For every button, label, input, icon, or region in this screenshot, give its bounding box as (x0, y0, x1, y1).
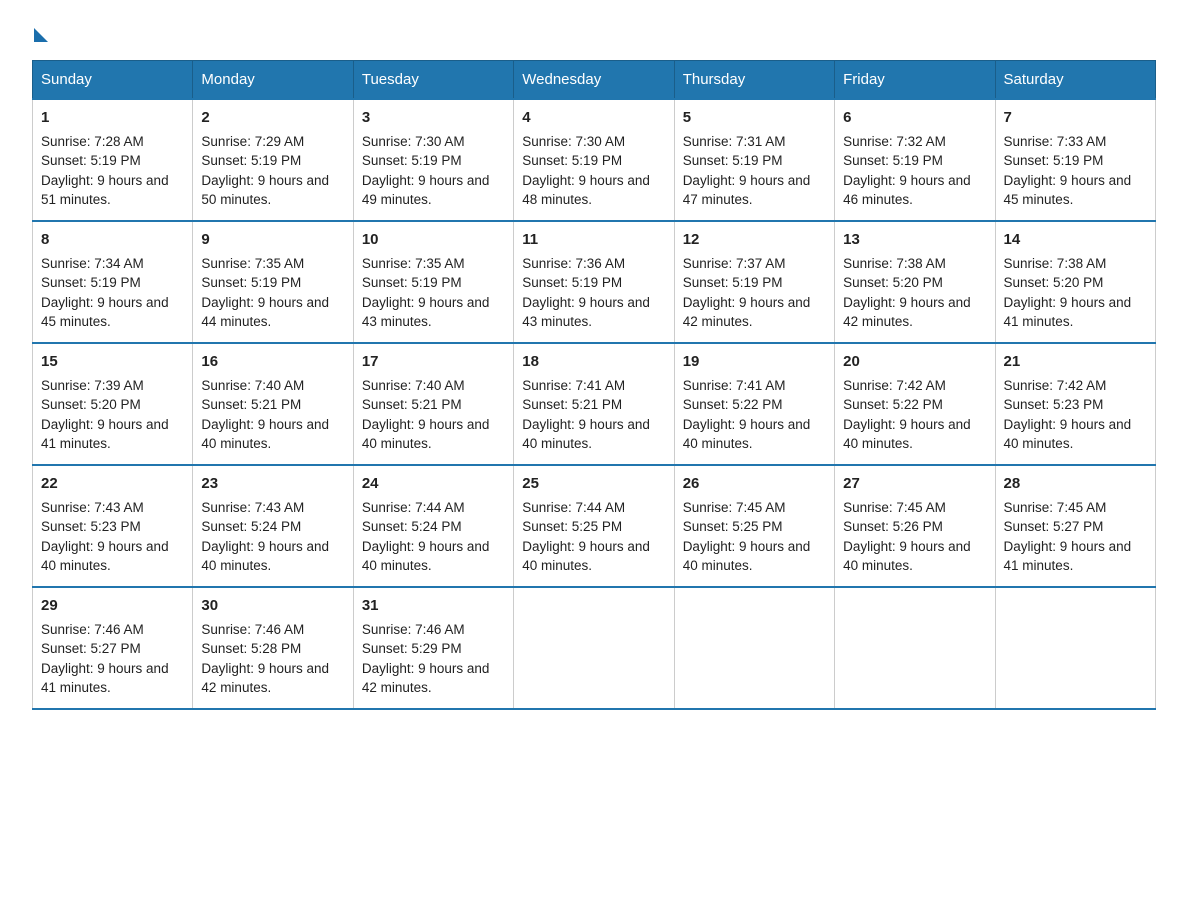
calendar-cell: 25Sunrise: 7:44 AMSunset: 5:25 PMDayligh… (514, 465, 674, 587)
day-number: 16 (201, 351, 344, 373)
weekday-header-monday: Monday (193, 61, 353, 100)
weekday-header-friday: Friday (835, 61, 995, 100)
calendar-cell: 1Sunrise: 7:28 AMSunset: 5:19 PMDaylight… (33, 99, 193, 221)
day-number: 20 (843, 351, 986, 373)
calendar-week-row: 1Sunrise: 7:28 AMSunset: 5:19 PMDaylight… (33, 99, 1156, 221)
calendar-cell (835, 587, 995, 709)
calendar-table: SundayMondayTuesdayWednesdayThursdayFrid… (32, 60, 1156, 710)
calendar-cell: 23Sunrise: 7:43 AMSunset: 5:24 PMDayligh… (193, 465, 353, 587)
day-number: 24 (362, 473, 505, 495)
day-number: 17 (362, 351, 505, 373)
calendar-cell: 31Sunrise: 7:46 AMSunset: 5:29 PMDayligh… (353, 587, 513, 709)
calendar-cell: 26Sunrise: 7:45 AMSunset: 5:25 PMDayligh… (674, 465, 834, 587)
day-number: 29 (41, 595, 184, 617)
day-number: 1 (41, 107, 184, 129)
calendar-cell: 9Sunrise: 7:35 AMSunset: 5:19 PMDaylight… (193, 221, 353, 343)
weekday-header-tuesday: Tuesday (353, 61, 513, 100)
calendar-cell: 29Sunrise: 7:46 AMSunset: 5:27 PMDayligh… (33, 587, 193, 709)
calendar-cell: 10Sunrise: 7:35 AMSunset: 5:19 PMDayligh… (353, 221, 513, 343)
day-number: 2 (201, 107, 344, 129)
logo (32, 24, 48, 42)
calendar-cell: 24Sunrise: 7:44 AMSunset: 5:24 PMDayligh… (353, 465, 513, 587)
calendar-cell: 5Sunrise: 7:31 AMSunset: 5:19 PMDaylight… (674, 99, 834, 221)
weekday-header-wednesday: Wednesday (514, 61, 674, 100)
day-number: 3 (362, 107, 505, 129)
calendar-week-row: 8Sunrise: 7:34 AMSunset: 5:19 PMDaylight… (33, 221, 1156, 343)
calendar-cell: 6Sunrise: 7:32 AMSunset: 5:19 PMDaylight… (835, 99, 995, 221)
calendar-cell: 4Sunrise: 7:30 AMSunset: 5:19 PMDaylight… (514, 99, 674, 221)
day-number: 26 (683, 473, 826, 495)
day-number: 25 (522, 473, 665, 495)
day-number: 10 (362, 229, 505, 251)
day-number: 13 (843, 229, 986, 251)
day-number: 9 (201, 229, 344, 251)
calendar-week-row: 22Sunrise: 7:43 AMSunset: 5:23 PMDayligh… (33, 465, 1156, 587)
calendar-cell: 15Sunrise: 7:39 AMSunset: 5:20 PMDayligh… (33, 343, 193, 465)
day-number: 5 (683, 107, 826, 129)
day-number: 27 (843, 473, 986, 495)
weekday-header-thursday: Thursday (674, 61, 834, 100)
day-number: 6 (843, 107, 986, 129)
day-number: 30 (201, 595, 344, 617)
calendar-cell: 19Sunrise: 7:41 AMSunset: 5:22 PMDayligh… (674, 343, 834, 465)
page-header (32, 24, 1156, 42)
calendar-cell: 20Sunrise: 7:42 AMSunset: 5:22 PMDayligh… (835, 343, 995, 465)
calendar-week-row: 15Sunrise: 7:39 AMSunset: 5:20 PMDayligh… (33, 343, 1156, 465)
day-number: 12 (683, 229, 826, 251)
calendar-cell: 8Sunrise: 7:34 AMSunset: 5:19 PMDaylight… (33, 221, 193, 343)
day-number: 28 (1004, 473, 1147, 495)
calendar-cell: 28Sunrise: 7:45 AMSunset: 5:27 PMDayligh… (995, 465, 1155, 587)
calendar-cell (674, 587, 834, 709)
day-number: 31 (362, 595, 505, 617)
calendar-cell: 16Sunrise: 7:40 AMSunset: 5:21 PMDayligh… (193, 343, 353, 465)
day-number: 4 (522, 107, 665, 129)
calendar-cell: 12Sunrise: 7:37 AMSunset: 5:19 PMDayligh… (674, 221, 834, 343)
day-number: 7 (1004, 107, 1147, 129)
calendar-cell (514, 587, 674, 709)
day-number: 14 (1004, 229, 1147, 251)
day-number: 22 (41, 473, 184, 495)
day-number: 8 (41, 229, 184, 251)
calendar-cell: 7Sunrise: 7:33 AMSunset: 5:19 PMDaylight… (995, 99, 1155, 221)
calendar-cell: 13Sunrise: 7:38 AMSunset: 5:20 PMDayligh… (835, 221, 995, 343)
calendar-cell: 17Sunrise: 7:40 AMSunset: 5:21 PMDayligh… (353, 343, 513, 465)
calendar-cell: 11Sunrise: 7:36 AMSunset: 5:19 PMDayligh… (514, 221, 674, 343)
day-number: 15 (41, 351, 184, 373)
calendar-cell: 27Sunrise: 7:45 AMSunset: 5:26 PMDayligh… (835, 465, 995, 587)
day-number: 23 (201, 473, 344, 495)
day-number: 19 (683, 351, 826, 373)
logo-arrow-icon (34, 28, 48, 42)
day-number: 11 (522, 229, 665, 251)
weekday-header-saturday: Saturday (995, 61, 1155, 100)
calendar-cell: 22Sunrise: 7:43 AMSunset: 5:23 PMDayligh… (33, 465, 193, 587)
calendar-cell: 21Sunrise: 7:42 AMSunset: 5:23 PMDayligh… (995, 343, 1155, 465)
weekday-header-row: SundayMondayTuesdayWednesdayThursdayFrid… (33, 61, 1156, 100)
calendar-cell: 18Sunrise: 7:41 AMSunset: 5:21 PMDayligh… (514, 343, 674, 465)
calendar-cell: 3Sunrise: 7:30 AMSunset: 5:19 PMDaylight… (353, 99, 513, 221)
calendar-cell: 14Sunrise: 7:38 AMSunset: 5:20 PMDayligh… (995, 221, 1155, 343)
calendar-week-row: 29Sunrise: 7:46 AMSunset: 5:27 PMDayligh… (33, 587, 1156, 709)
calendar-cell: 30Sunrise: 7:46 AMSunset: 5:28 PMDayligh… (193, 587, 353, 709)
day-number: 21 (1004, 351, 1147, 373)
calendar-cell (995, 587, 1155, 709)
day-number: 18 (522, 351, 665, 373)
calendar-cell: 2Sunrise: 7:29 AMSunset: 5:19 PMDaylight… (193, 99, 353, 221)
weekday-header-sunday: Sunday (33, 61, 193, 100)
